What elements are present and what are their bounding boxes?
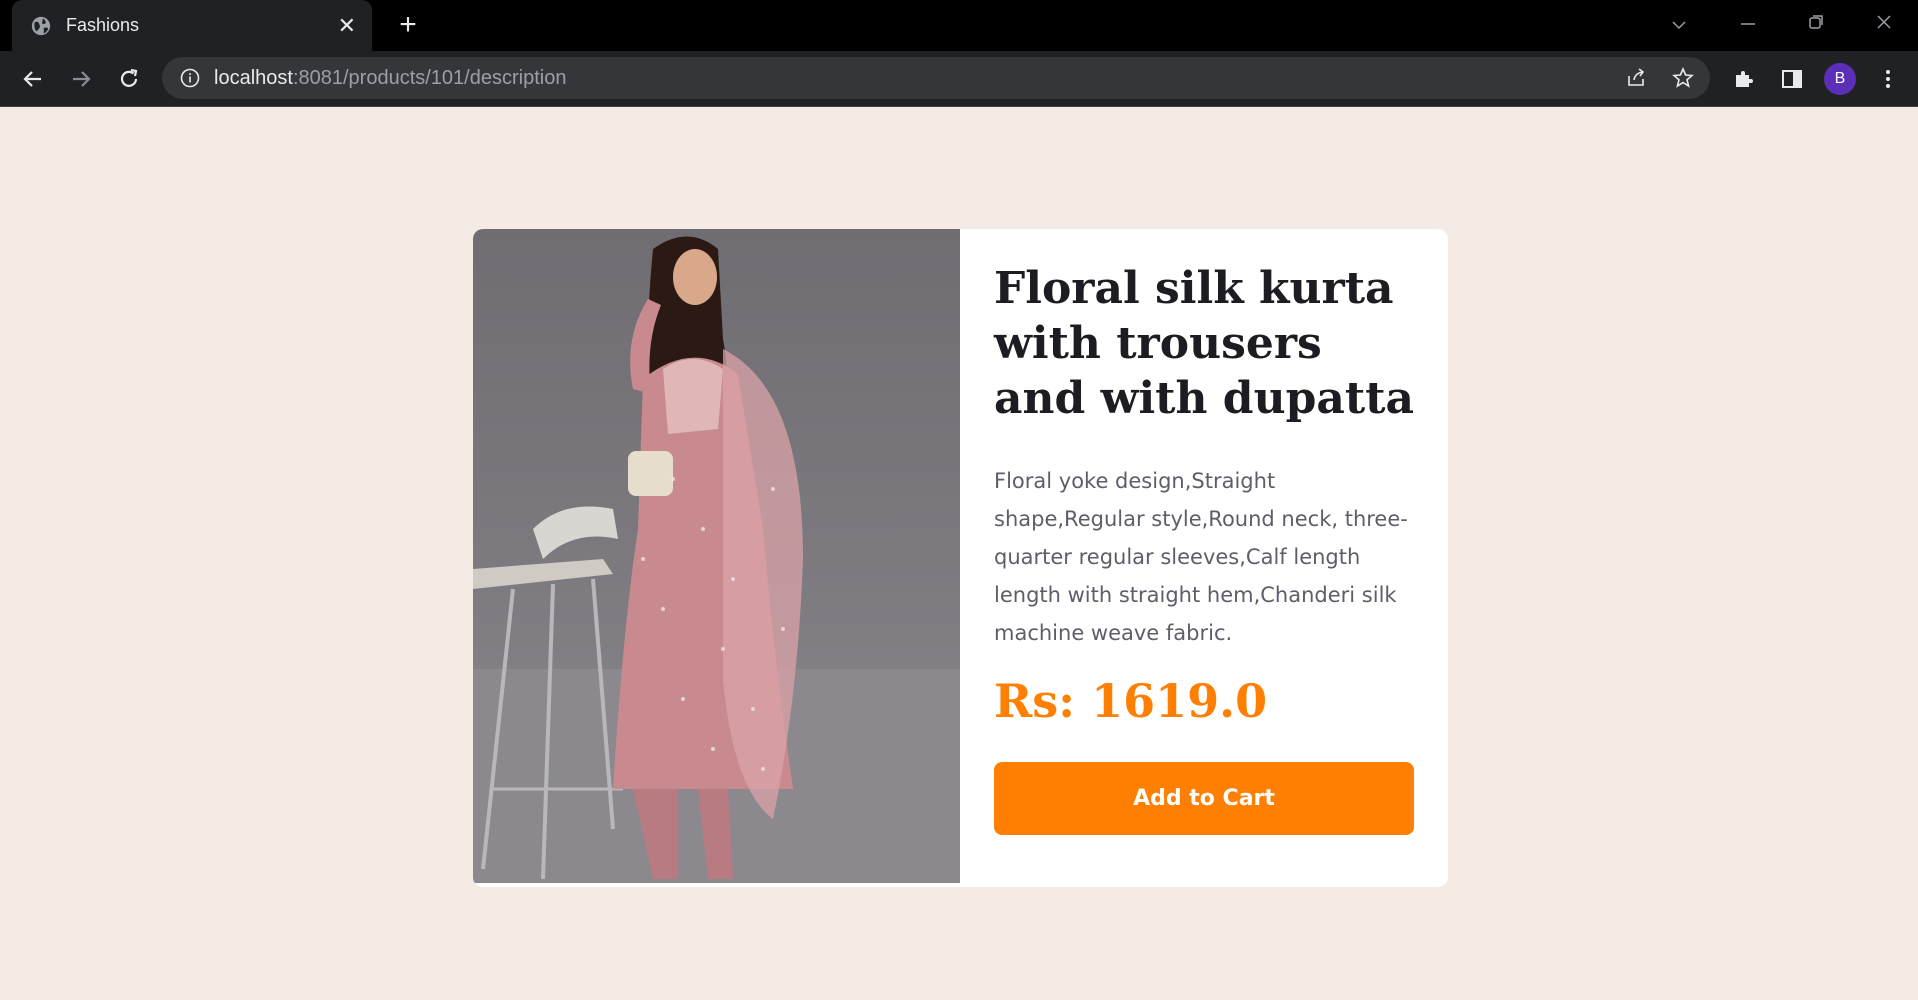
puzzle-icon xyxy=(1736,71,1753,87)
browser-tab[interactable]: Fashions ✕ xyxy=(12,0,372,51)
arrow-left-icon xyxy=(23,71,41,87)
extensions-button[interactable] xyxy=(1728,63,1760,95)
product-card: Floral silk kurta with trousers and with… xyxy=(473,229,1448,887)
product-price: Rs: 1619.0 xyxy=(994,674,1268,728)
bookmark-star-icon[interactable] xyxy=(1671,66,1695,90)
product-info: Floral silk kurta with trousers and with… xyxy=(994,261,1424,728)
url-path: :8081/products/101/description xyxy=(292,66,567,89)
new-tab-icon[interactable]: + xyxy=(392,10,424,42)
browser-tab-strip: Fashions ✕ + xyxy=(0,0,1918,51)
more-vertical-icon xyxy=(1886,70,1890,88)
arrow-right-icon xyxy=(73,71,91,87)
site-info-icon[interactable] xyxy=(178,66,202,90)
reload-button[interactable] xyxy=(113,63,145,95)
tab-close-icon[interactable]: ✕ xyxy=(338,14,356,37)
back-button[interactable] xyxy=(17,63,49,95)
share-icon[interactable] xyxy=(1624,66,1648,90)
minimize-icon[interactable] xyxy=(1738,14,1758,34)
product-photo-illustration xyxy=(473,236,960,883)
close-window-icon[interactable] xyxy=(1874,12,1894,32)
browser-menu-button[interactable] xyxy=(1872,63,1904,95)
tab-title: Fashions xyxy=(66,15,140,35)
browser-toolbar: localhost:8081/products/101/description … xyxy=(0,51,1918,107)
reload-icon xyxy=(120,68,138,87)
product-title: Floral silk kurta with trousers and with… xyxy=(994,263,1414,424)
profile-avatar[interactable]: B xyxy=(1824,63,1856,95)
product-image xyxy=(473,229,960,883)
address-bar[interactable]: localhost:8081/products/101/description xyxy=(162,57,1710,99)
tab-search-icon[interactable] xyxy=(1670,16,1688,34)
side-panel-icon xyxy=(1782,70,1802,88)
globe-icon xyxy=(31,16,51,35)
side-panel-button[interactable] xyxy=(1776,63,1808,95)
add-to-cart-button[interactable]: Add to Cart xyxy=(994,762,1414,835)
url-host: localhost xyxy=(214,66,293,89)
product-description: Floral yoke design,Straight shape,Regula… xyxy=(994,469,1408,645)
url-text: localhost:8081/products/101/description xyxy=(214,67,566,90)
forward-button[interactable] xyxy=(65,63,97,95)
restore-icon[interactable] xyxy=(1806,12,1826,32)
